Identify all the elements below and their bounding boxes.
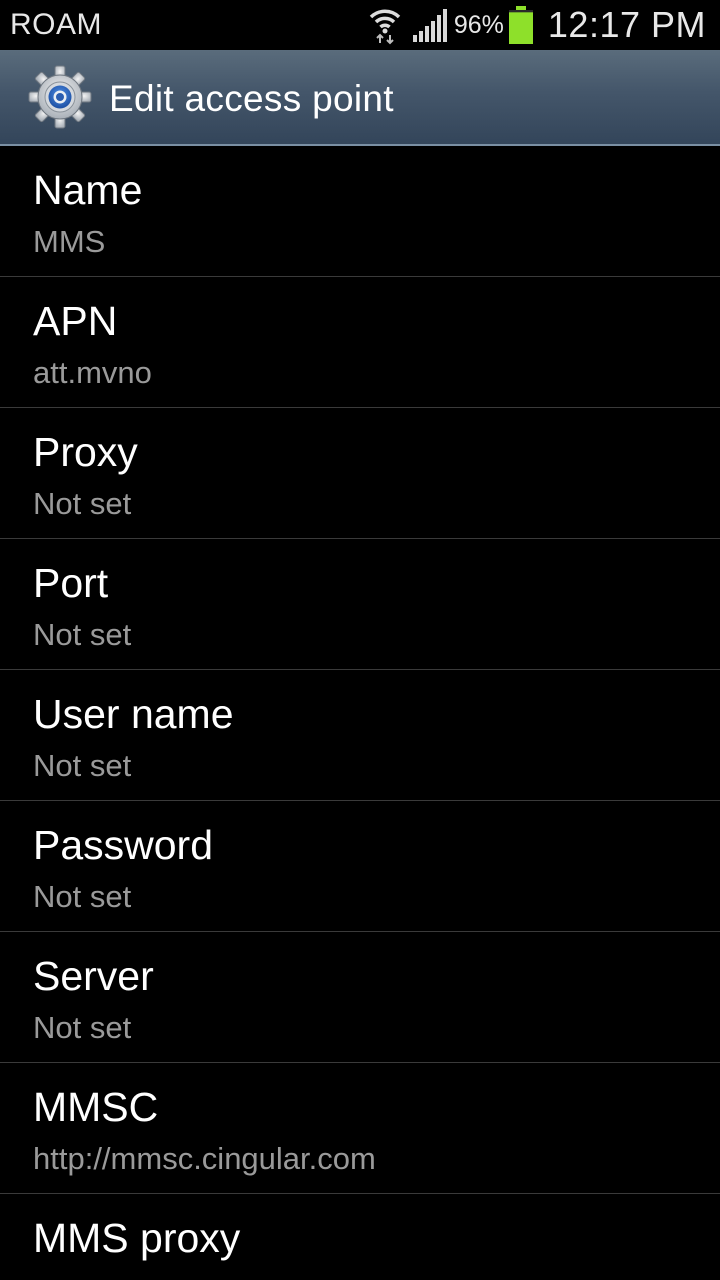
setting-title: MMSC bbox=[33, 1084, 159, 1130]
setting-value: http://mmsc.cingular.com bbox=[33, 1141, 376, 1176]
setting-user-name[interactable]: User name Not set bbox=[0, 670, 720, 801]
setting-apn[interactable]: APN att.mvno bbox=[0, 277, 720, 408]
status-icons: 96% 12:17 PM bbox=[368, 4, 706, 46]
setting-title: User name bbox=[33, 691, 234, 737]
battery-percent: 96% bbox=[453, 10, 504, 39]
roaming-label: ROAM bbox=[10, 8, 102, 41]
setting-value: Not set bbox=[33, 617, 132, 652]
setting-value: att.mvno bbox=[33, 355, 152, 390]
signal-icon bbox=[412, 9, 447, 42]
clock: 12:17 PM bbox=[547, 4, 706, 45]
setting-proxy[interactable]: Proxy Not set bbox=[0, 408, 720, 539]
battery-icon bbox=[508, 6, 533, 44]
setting-mmsc[interactable]: MMSC http://mmsc.cingular.com bbox=[0, 1063, 720, 1194]
setting-title: Proxy bbox=[33, 429, 138, 475]
setting-title: Server bbox=[33, 953, 154, 999]
setting-mms-proxy[interactable]: MMS proxy bbox=[0, 1194, 720, 1280]
setting-password[interactable]: Password Not set bbox=[0, 801, 720, 932]
setting-title: MMS proxy bbox=[33, 1215, 241, 1261]
settings-gear-icon[interactable] bbox=[28, 65, 92, 129]
setting-title: Port bbox=[33, 560, 109, 606]
setting-port[interactable]: Port Not set bbox=[0, 539, 720, 670]
wifi-icon bbox=[369, 9, 401, 45]
setting-title: Name bbox=[33, 167, 143, 213]
settings-list: Name MMS APN att.mvno Proxy Not set Port… bbox=[0, 146, 720, 1280]
setting-title: APN bbox=[33, 298, 118, 344]
status-bar: ROAM 96% 12:17 PM bbox=[0, 0, 720, 50]
setting-value: Not set bbox=[33, 748, 132, 783]
setting-value: MMS bbox=[33, 224, 106, 259]
setting-title: Password bbox=[33, 822, 214, 868]
setting-name[interactable]: Name MMS bbox=[0, 146, 720, 277]
screen: ROAM 96% 12:17 PM Edit access point Name… bbox=[0, 0, 720, 1280]
setting-value: Not set bbox=[33, 486, 132, 521]
page-title: Edit access point bbox=[109, 78, 394, 119]
setting-value: Not set bbox=[33, 1010, 132, 1045]
setting-server[interactable]: Server Not set bbox=[0, 932, 720, 1063]
setting-value: Not set bbox=[33, 879, 132, 914]
action-bar: Edit access point bbox=[0, 50, 720, 146]
